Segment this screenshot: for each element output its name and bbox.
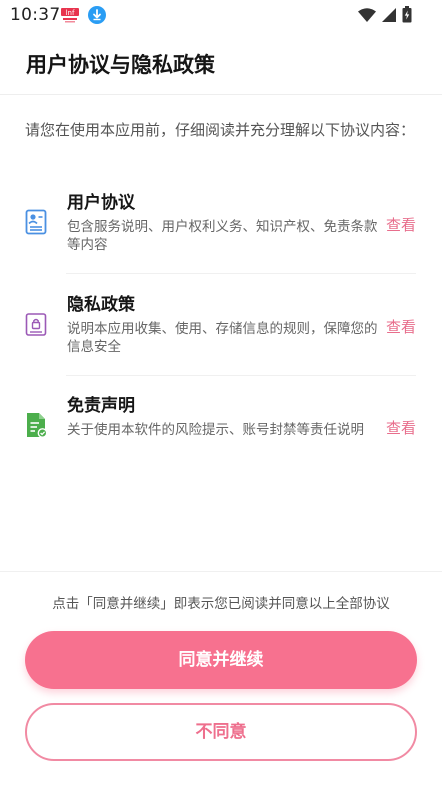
shopping-app-icon: lnf [61, 8, 79, 23]
agreement-description: 说明本应用收集、使用、存储信息的规则，保障您的信息安全 [67, 321, 378, 355]
disagree-button[interactable]: 不同意 [25, 703, 417, 761]
view-disclaimer-link[interactable]: 查看 [386, 417, 416, 439]
item-divider [66, 375, 416, 376]
agreement-item-privacy-policy: 隐私政策 说明本应用收集、使用、存储信息的规则，保障您的信息安全 查看 [22, 292, 422, 372]
view-privacy-policy-link[interactable]: 查看 [386, 316, 416, 338]
intro-text: 请您在使用本应用前，仔细阅读并充分理解以下协议内容： [25, 121, 416, 139]
consent-note: 点击「同意并继续」即表示您已阅读并同意以上全部协议 [52, 596, 390, 612]
disclaimer-document-icon [27, 413, 48, 438]
signal-icon [382, 7, 396, 22]
footer-divider [0, 571, 442, 572]
agreement-screen: 10:37 lnf 用户协议与隐私政策 请您在使用本应用前，仔细阅读并充分理解以… [0, 0, 442, 786]
privacy-lock-icon [25, 313, 47, 336]
agreement-title: 隐私政策 [67, 295, 135, 315]
battery-charging-icon [402, 6, 412, 23]
view-user-agreement-link[interactable]: 查看 [386, 214, 416, 236]
download-icon [88, 6, 106, 24]
agreement-title: 免责声明 [67, 396, 135, 416]
agreement-description: 关于使用本软件的风险提示、账号封禁等责任说明 [67, 422, 364, 438]
header-divider [0, 94, 442, 95]
agree-and-continue-button[interactable]: 同意并继续 [25, 631, 417, 689]
page-title: 用户协议与隐私政策 [26, 53, 215, 77]
status-indicators [358, 6, 412, 23]
agreement-item-user-agreement: 用户协议 包含服务说明、用户权利义务、知识产权、免责条款等内容 查看 [22, 190, 422, 270]
status-time: 10:37 [10, 5, 61, 25]
agreement-item-disclaimer: 免责声明 关于使用本软件的风险提示、账号封禁等责任说明 查看 [22, 393, 422, 473]
svg-text:lnf: lnf [66, 9, 75, 17]
agreement-description: 包含服务说明、用户权利义务、知识产权、免责条款等内容 [67, 219, 378, 253]
item-divider [66, 273, 416, 274]
user-agreement-icon [25, 209, 47, 235]
wifi-icon [358, 7, 376, 22]
agreement-title: 用户协议 [67, 193, 135, 213]
status-bar: 10:37 lnf [0, 0, 442, 30]
